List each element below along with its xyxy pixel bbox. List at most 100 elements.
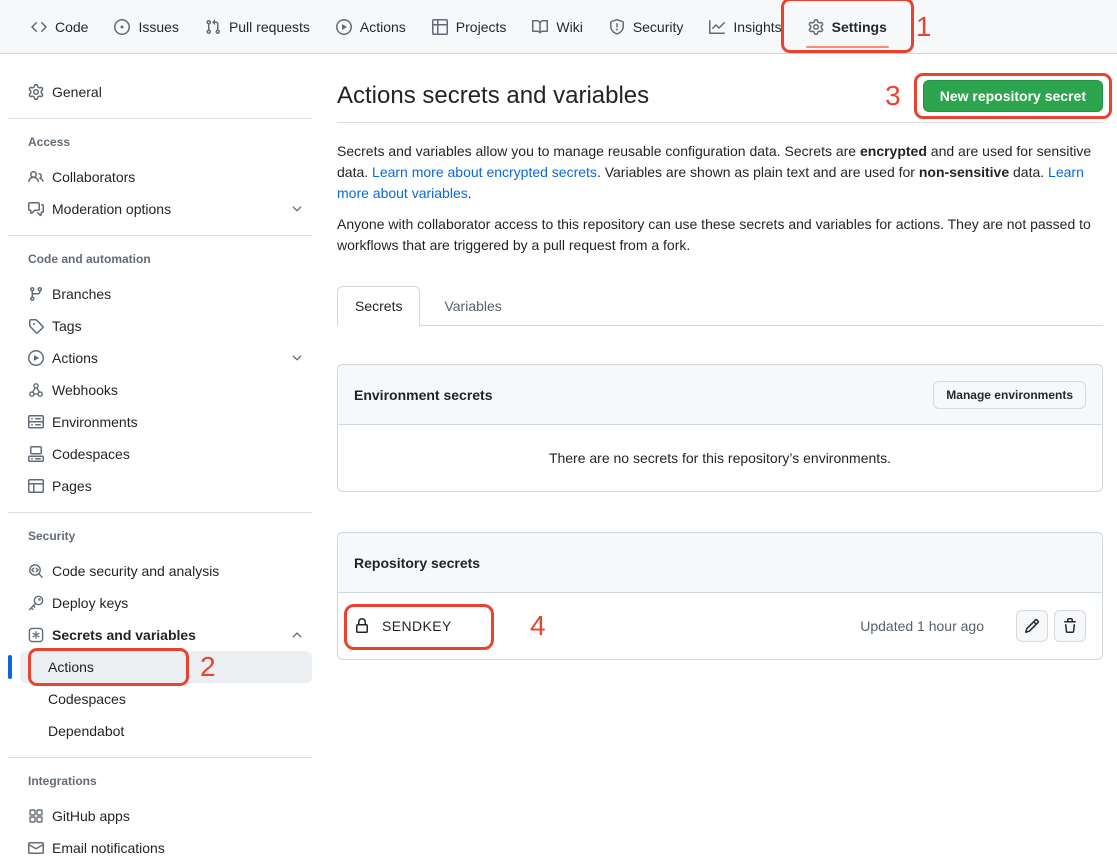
text-segment: .	[468, 185, 472, 201]
bold-text: non-sensitive	[919, 164, 1009, 180]
book-icon	[532, 19, 548, 35]
shield-icon	[609, 19, 625, 35]
chevron-up-icon	[290, 628, 304, 642]
sidebar-item-github-apps[interactable]: GitHub apps	[20, 800, 312, 832]
comment-discussion-icon	[28, 201, 44, 217]
sidebar-item-actions[interactable]: Actions	[20, 342, 312, 374]
sidebar-item-general[interactable]: General	[20, 76, 312, 108]
chevron-down-icon	[290, 202, 304, 216]
sidebar-item-moderation-options[interactable]: Moderation options	[20, 193, 312, 225]
sidebar-item-tags[interactable]: Tags	[20, 310, 312, 342]
sidebar-item-label: Pages	[52, 478, 92, 494]
tab-actions[interactable]: Actions	[328, 3, 414, 51]
apps-icon	[28, 808, 44, 824]
bold-text: encrypted	[860, 143, 927, 159]
new-repository-secret-button[interactable]: New repository secret	[923, 80, 1103, 112]
gear-icon	[808, 19, 824, 35]
mail-icon	[28, 840, 44, 856]
tab-label: Wiki	[556, 19, 582, 35]
codescan-icon	[28, 563, 44, 579]
environment-secrets-empty-message: There are no secrets for this repository…	[338, 425, 1102, 491]
environment-secrets-title: Environment secrets	[354, 387, 493, 403]
sidebar-item-label: Dependabot	[48, 723, 124, 739]
sidebar-item-label: Webhooks	[52, 382, 118, 398]
codespaces-icon	[28, 446, 44, 462]
graph-icon	[709, 19, 725, 35]
secret-updated-time: Updated 1 hour ago	[860, 618, 984, 634]
repository-secrets-title: Repository secrets	[354, 555, 480, 571]
secret-name: SENDKEY	[382, 618, 452, 634]
sidebar-item-secrets-and-variables[interactable]: Secrets and variables	[20, 619, 312, 651]
sidebar-item-label: Actions	[48, 659, 94, 675]
sidebar-item-label: GitHub apps	[52, 808, 130, 824]
issue-opened-icon	[114, 19, 130, 35]
gear-icon	[28, 84, 44, 100]
repository-secrets-box: Repository secrets SENDKEY 4 Updated 1 h…	[337, 532, 1103, 660]
sidebar-item-label: Actions	[52, 350, 98, 366]
sidebar-item-secrets-actions[interactable]: Actions	[20, 651, 312, 683]
text-segment: data.	[1009, 164, 1048, 180]
chevron-down-icon	[290, 351, 304, 365]
play-icon	[336, 19, 352, 35]
sidebar-divider	[8, 118, 312, 119]
settings-sidebar: General Access Collaborators Moderation …	[0, 54, 337, 864]
sidebar-item-branches[interactable]: Branches	[20, 278, 312, 310]
sidebar-item-collaborators[interactable]: Collaborators	[20, 161, 312, 193]
sidebar-divider	[8, 235, 312, 236]
table-icon	[432, 19, 448, 35]
sidebar-item-email-notifications[interactable]: Email notifications	[20, 832, 312, 864]
sidebar-section-title-code-automation: Code and automation	[20, 248, 312, 270]
tab-issues[interactable]: Issues	[106, 3, 186, 51]
pencil-icon	[1024, 618, 1040, 634]
play-icon	[28, 350, 44, 366]
sidebar-item-deploy-keys[interactable]: Deploy keys	[20, 587, 312, 619]
tab-label: Settings	[832, 19, 887, 35]
tab-label: Security	[633, 19, 684, 35]
sidebar-item-environments[interactable]: Environments	[20, 406, 312, 438]
browser-icon	[28, 478, 44, 494]
tab-projects[interactable]: Projects	[424, 3, 515, 51]
inline-link[interactable]: Learn more about encrypted secrets	[372, 164, 597, 180]
key-icon	[28, 595, 44, 611]
git-branch-icon	[28, 286, 44, 302]
tab-label: Actions	[360, 19, 406, 35]
sidebar-item-secrets-codespaces[interactable]: Codespaces	[20, 683, 312, 715]
delete-secret-button[interactable]	[1054, 610, 1086, 642]
tab-variables[interactable]: Variables	[420, 287, 525, 325]
tab-settings[interactable]: Settings	[800, 3, 895, 51]
tab-code[interactable]: Code	[23, 3, 96, 51]
tab-label: Code	[55, 19, 88, 35]
sidebar-item-label: Code security and analysis	[52, 563, 219, 579]
tab-insights[interactable]: Insights	[701, 3, 789, 51]
tab-security[interactable]: Security	[601, 3, 692, 51]
people-icon	[28, 169, 44, 185]
annotation-number-1: 1	[916, 13, 932, 41]
text-segment: Anyone with collaborator access to this …	[337, 216, 1091, 253]
description-paragraph-2: Anyone with collaborator access to this …	[337, 214, 1103, 256]
sidebar-item-label: Collaborators	[52, 169, 135, 185]
sidebar-item-pages[interactable]: Pages	[20, 470, 312, 502]
tab-secrets[interactable]: Secrets	[337, 286, 420, 326]
tag-icon	[28, 318, 44, 334]
asterisk-box-icon	[28, 627, 44, 643]
sidebar-item-code-security[interactable]: Code security and analysis	[20, 555, 312, 587]
sidebar-item-label: Branches	[52, 286, 111, 302]
sidebar-item-label: Codespaces	[48, 691, 126, 707]
code-icon	[31, 19, 47, 35]
tab-wiki[interactable]: Wiki	[524, 3, 590, 51]
sidebar-divider	[8, 512, 312, 513]
sidebar-item-codespaces[interactable]: Codespaces	[20, 438, 312, 470]
sidebar-item-secrets-dependabot[interactable]: Dependabot	[20, 715, 312, 747]
webhook-icon	[28, 382, 44, 398]
tab-label: Issues	[138, 19, 178, 35]
manage-environments-button[interactable]: Manage environments	[933, 381, 1086, 409]
tab-label: Insights	[733, 19, 781, 35]
description-paragraph-1: Secrets and variables allow you to manag…	[337, 141, 1103, 204]
server-icon	[28, 414, 44, 430]
lock-icon	[354, 618, 370, 634]
tab-pull-requests[interactable]: Pull requests	[197, 3, 318, 51]
sidebar-item-webhooks[interactable]: Webhooks	[20, 374, 312, 406]
sidebar-item-label: General	[52, 84, 102, 100]
sidebar-item-label: Environments	[52, 414, 138, 430]
edit-secret-button[interactable]	[1016, 610, 1048, 642]
